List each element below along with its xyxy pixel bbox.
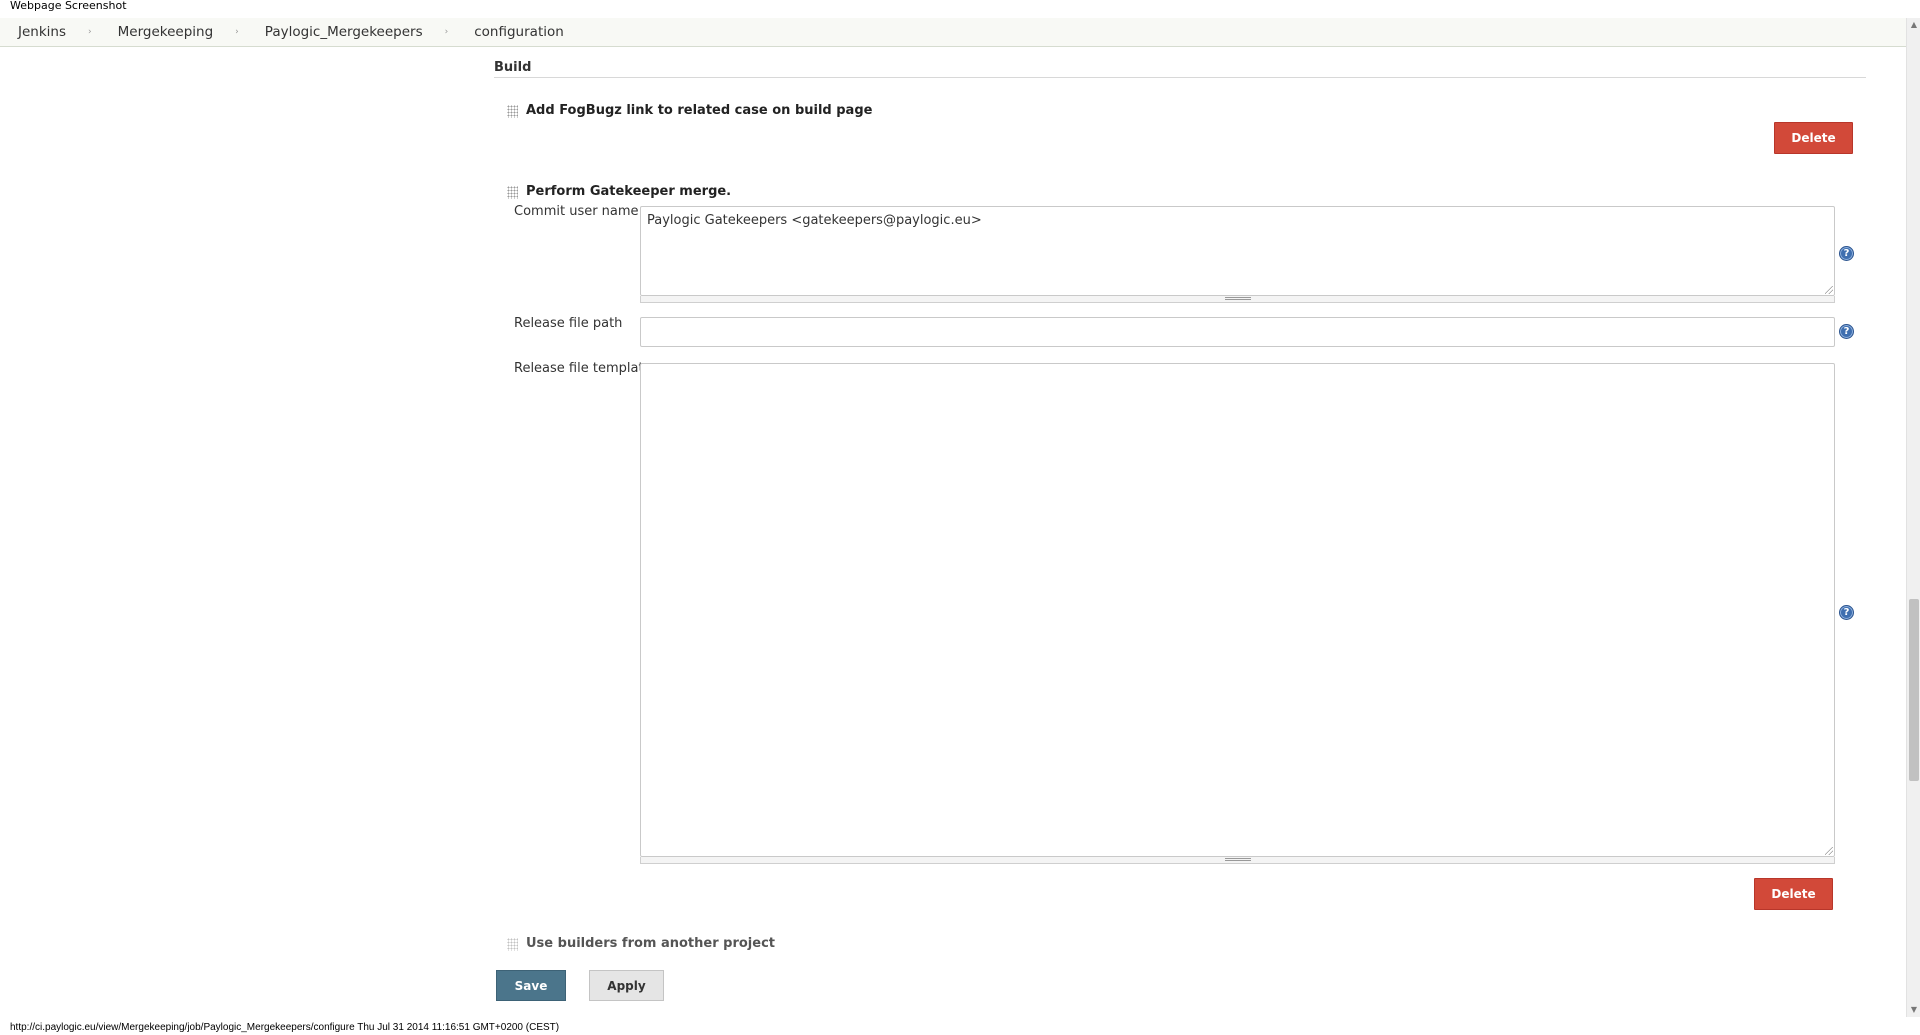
config-main: Build Add FogBugz link to related case o… — [0, 48, 1906, 1018]
help-icon[interactable]: ? — [1839, 246, 1854, 261]
release-path-label: Release file path — [514, 316, 623, 331]
expand-bar-knob-icon — [1224, 858, 1251, 861]
release-path-input[interactable] — [640, 317, 1835, 347]
commit-user-textarea[interactable]: Paylogic Gatekeepers <gatekeepers@paylog… — [640, 206, 1835, 296]
release-template-expand-bar[interactable] — [640, 857, 1835, 864]
drag-handle-icon[interactable] — [507, 938, 518, 951]
commit-user-expand-bar[interactable] — [640, 296, 1835, 303]
breadcrumb-mergekeeping[interactable]: Mergekeeping — [108, 24, 224, 40]
window-caption: Webpage Screenshot — [0, 0, 1920, 18]
commit-user-label: Commit user name — [514, 204, 639, 219]
delete-gatekeeper-button[interactable]: Delete — [1754, 878, 1833, 910]
step-title-gatekeeper: Perform Gatekeeper merge. — [526, 184, 732, 199]
help-icon[interactable]: ? — [1839, 324, 1854, 339]
commit-user-value: Paylogic Gatekeepers <gatekeepers@paylog… — [647, 213, 982, 228]
drag-handle-icon[interactable] — [507, 186, 518, 199]
save-button[interactable]: Save — [496, 970, 566, 1001]
resize-grip-icon[interactable] — [1825, 847, 1833, 855]
step-title-fogbugz: Add FogBugz link to related case on buil… — [526, 103, 873, 118]
breadcrumb-separator-icon: › — [235, 27, 239, 37]
scroll-up-icon[interactable]: ▲ — [1907, 18, 1920, 32]
status-url-timestamp: http://ci.paylogic.eu/view/Mergekeeping/… — [10, 1022, 560, 1033]
breadcrumb-separator-icon: › — [88, 27, 92, 37]
scroll-down-icon[interactable]: ▼ — [1907, 1003, 1920, 1017]
section-divider — [494, 77, 1866, 78]
help-icon[interactable]: ? — [1839, 605, 1854, 620]
page-scrollbar[interactable]: ▲ ▼ — [1906, 18, 1920, 1017]
scroll-thumb[interactable] — [1909, 599, 1919, 781]
breadcrumb: Jenkins › Mergekeeping › Paylogic_Mergek… — [0, 18, 1906, 47]
section-title-build: Build — [494, 60, 532, 75]
resize-grip-icon[interactable] — [1825, 286, 1833, 294]
release-template-textarea[interactable] — [640, 363, 1835, 857]
drag-handle-icon[interactable] — [507, 105, 518, 118]
breadcrumb-job[interactable]: Paylogic_Mergekeepers — [255, 24, 433, 40]
breadcrumb-separator-icon: › — [444, 27, 449, 37]
breadcrumb-configuration[interactable]: configuration — [464, 24, 574, 40]
step-title-builders: Use builders from another project — [526, 936, 775, 951]
apply-button[interactable]: Apply — [589, 970, 664, 1001]
breadcrumb-jenkins[interactable]: Jenkins — [8, 24, 76, 40]
release-template-label: Release file template — [514, 361, 652, 376]
delete-fogbugz-button[interactable]: Delete — [1774, 122, 1853, 154]
expand-bar-knob-icon — [1224, 297, 1251, 300]
